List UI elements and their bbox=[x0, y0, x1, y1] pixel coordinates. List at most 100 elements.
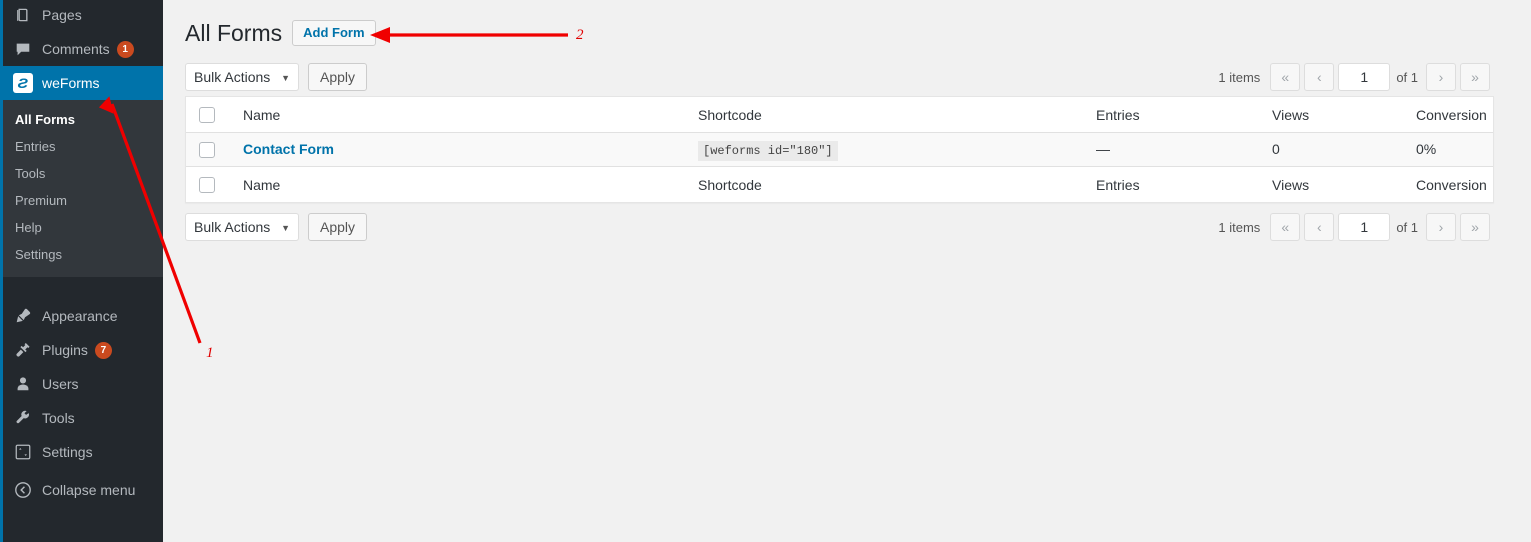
plugins-icon bbox=[13, 340, 33, 360]
submenu-item-label: Premium bbox=[15, 193, 68, 208]
select-all-checkbox-top[interactable] bbox=[199, 107, 215, 124]
forms-page-wrap: All Forms Add Form Bulk Actions ▼ Apply … bbox=[163, 0, 1531, 242]
row-name-cell: Contact Form bbox=[233, 133, 688, 166]
column-footer-conversion[interactable]: Conversion bbox=[1406, 166, 1493, 202]
bulk-actions-select-bottom[interactable]: Bulk Actions bbox=[185, 213, 299, 242]
column-footer-views[interactable]: Views bbox=[1262, 166, 1406, 202]
submenu-item-tools[interactable]: Tools bbox=[3, 160, 163, 187]
annotation-label-2: 2 bbox=[576, 27, 584, 43]
tablenav-top: Bulk Actions ▼ Apply 1 items « ‹ of 1 › … bbox=[185, 62, 1511, 92]
add-form-button[interactable]: Add Form bbox=[292, 20, 376, 46]
page-header: All Forms Add Form bbox=[185, 10, 1511, 56]
sidebar-item-label: Appearance bbox=[42, 308, 118, 324]
comments-icon bbox=[13, 39, 33, 59]
submenu-item-label: Tools bbox=[15, 166, 46, 181]
users-icon bbox=[13, 374, 33, 394]
sidebar-item-label: Comments bbox=[42, 41, 110, 57]
column-footer-name[interactable]: Name bbox=[233, 166, 688, 202]
submenu-item-label: Entries bbox=[15, 139, 56, 154]
bulk-actions-select-wrap-bottom: Bulk Actions ▼ bbox=[185, 213, 299, 242]
row-conversion-cell: 0% bbox=[1416, 141, 1437, 157]
row-views-cell: 0 bbox=[1272, 141, 1280, 157]
column-footer-entries[interactable]: Entries bbox=[1086, 166, 1262, 202]
displaying-num-bottom: 1 items bbox=[1218, 219, 1261, 235]
sidebar-item-appearance[interactable]: Appearance bbox=[3, 299, 163, 333]
bulk-actions-group-top: Bulk Actions ▼ Apply bbox=[185, 63, 368, 91]
current-page-input-bottom[interactable] bbox=[1338, 213, 1391, 242]
form-shortcode[interactable]: [weforms id="180"] bbox=[698, 141, 838, 161]
displaying-num-top: 1 items bbox=[1218, 69, 1261, 85]
submenu-item-label: Help bbox=[15, 220, 42, 235]
forms-table: Name Shortcode Entries Views Conversion … bbox=[185, 96, 1494, 204]
column-header-views[interactable]: Views bbox=[1262, 97, 1406, 133]
apply-button-top[interactable]: Apply bbox=[308, 63, 368, 91]
sidebar-item-label: Users bbox=[42, 376, 79, 392]
table-foot: Name Shortcode Entries Views Conversion bbox=[186, 166, 1493, 202]
column-footer-shortcode[interactable]: Shortcode bbox=[688, 166, 1086, 202]
pagination-bottom: 1 items « ‹ of 1 › » bbox=[1218, 212, 1494, 242]
sidebar-item-label: Settings bbox=[42, 444, 93, 460]
row-entries-cell: — bbox=[1096, 141, 1110, 157]
weforms-submenu: All Forms Entries Tools Premium Help Set… bbox=[3, 100, 163, 277]
tools-icon bbox=[13, 408, 33, 428]
column-header-conversion[interactable]: Conversion bbox=[1406, 97, 1493, 133]
submenu-item-label: All Forms bbox=[15, 112, 75, 127]
sidebar-item-plugins[interactable]: Plugins 7 bbox=[3, 333, 163, 367]
current-page-input-top[interactable] bbox=[1338, 63, 1391, 91]
total-pages-label-bottom: of 1 bbox=[1396, 219, 1418, 235]
row-checkbox[interactable] bbox=[199, 142, 215, 159]
next-page-button-top[interactable]: › bbox=[1426, 63, 1456, 91]
prev-page-button-top[interactable]: ‹ bbox=[1304, 63, 1335, 91]
table-footer-row: Name Shortcode Entries Views Conversion bbox=[186, 166, 1493, 202]
sidebar-item-comments[interactable]: Comments 1 bbox=[3, 32, 163, 66]
annotation-label-1: 1 bbox=[206, 345, 214, 361]
column-header-shortcode[interactable]: Shortcode bbox=[688, 97, 1086, 133]
submenu-item-entries[interactable]: Entries bbox=[3, 133, 163, 160]
apply-button-bottom[interactable]: Apply bbox=[308, 213, 368, 242]
submenu-item-premium[interactable]: Premium bbox=[3, 187, 163, 214]
collapse-arrow-icon bbox=[13, 480, 33, 500]
submenu-item-settings[interactable]: Settings bbox=[3, 241, 163, 268]
last-page-button-top[interactable]: » bbox=[1460, 63, 1490, 91]
plugins-count-badge: 7 bbox=[94, 341, 112, 359]
sidebar-item-label: weForms bbox=[42, 75, 100, 91]
select-all-checkbox-bottom[interactable] bbox=[199, 177, 215, 194]
prev-page-button-bottom[interactable]: ‹ bbox=[1304, 213, 1335, 242]
bulk-actions-select-top[interactable]: Bulk Actions bbox=[185, 63, 299, 91]
table-row: Contact Form [weforms id="180"] — 0 0% bbox=[186, 133, 1493, 167]
admin-content: All Forms Add Form Bulk Actions ▼ Apply … bbox=[163, 0, 1531, 542]
sidebar-item-users[interactable]: Users bbox=[3, 367, 163, 401]
total-pages-label-top: of 1 bbox=[1396, 69, 1418, 85]
sidebar-item-pages[interactable]: Pages bbox=[3, 0, 163, 32]
column-header-name[interactable]: Name bbox=[233, 97, 688, 133]
bulk-actions-select-wrap-top: Bulk Actions ▼ bbox=[185, 63, 299, 91]
sidebar-collapse-menu[interactable]: Collapse menu bbox=[3, 473, 163, 507]
sidebar-item-label: Tools bbox=[42, 410, 75, 426]
column-header-entries[interactable]: Entries bbox=[1086, 97, 1262, 133]
sidebar-item-settings[interactable]: Settings bbox=[3, 435, 163, 469]
sidebar-item-weforms[interactable]: Ƨ weForms bbox=[3, 66, 163, 100]
comments-count-badge: 1 bbox=[116, 40, 134, 58]
sidebar-item-tools[interactable]: Tools bbox=[3, 401, 163, 435]
row-shortcode-cell: [weforms id="180"] bbox=[688, 133, 1086, 166]
select-all-footer bbox=[186, 166, 233, 202]
pagination-top: 1 items « ‹ of 1 › » bbox=[1218, 62, 1494, 92]
submenu-item-label: Settings bbox=[15, 247, 62, 262]
form-name-link[interactable]: Contact Form bbox=[243, 141, 334, 157]
table-head: Name Shortcode Entries Views Conversion bbox=[186, 97, 1493, 133]
table-body: Contact Form [weforms id="180"] — 0 0% bbox=[186, 133, 1493, 167]
page-title: All Forms bbox=[185, 19, 283, 46]
collapse-menu-label: Collapse menu bbox=[42, 482, 136, 498]
settings-icon bbox=[13, 442, 33, 462]
submenu-item-help[interactable]: Help bbox=[3, 214, 163, 241]
last-page-button-bottom[interactable]: » bbox=[1460, 213, 1490, 242]
first-page-button-top[interactable]: « bbox=[1270, 63, 1301, 91]
select-all-header bbox=[186, 97, 233, 133]
pages-icon bbox=[13, 5, 33, 25]
table-header-row: Name Shortcode Entries Views Conversion bbox=[186, 97, 1493, 133]
admin-sidebar: Media Pages Comments 1 Ƨ weForms All For… bbox=[0, 0, 163, 542]
bulk-actions-group-bottom: Bulk Actions ▼ Apply bbox=[185, 213, 368, 242]
next-page-button-bottom[interactable]: › bbox=[1426, 213, 1456, 242]
first-page-button-bottom[interactable]: « bbox=[1270, 213, 1301, 242]
submenu-item-all-forms[interactable]: All Forms bbox=[3, 106, 163, 133]
